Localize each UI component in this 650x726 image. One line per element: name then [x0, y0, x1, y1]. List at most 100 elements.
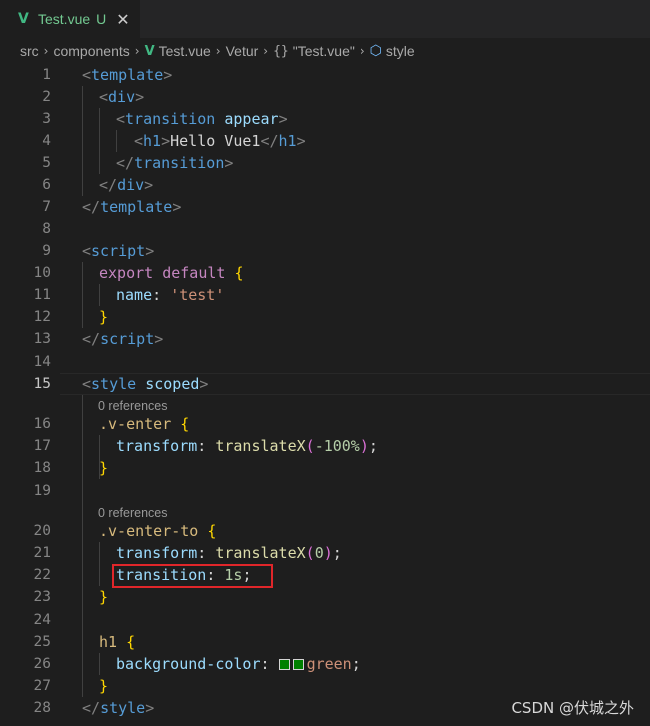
code-text[interactable]: }	[99, 675, 108, 697]
line-number: 20	[33, 523, 51, 539]
code-text[interactable]: </script>	[82, 328, 163, 350]
code-text[interactable]: h1 {	[99, 631, 135, 653]
untracked-status-badge: U	[96, 11, 107, 27]
code-line: 1 <template>	[0, 64, 650, 86]
code-line: 13 </script>	[0, 328, 650, 350]
code-line: 5 </transition>	[0, 152, 650, 174]
line-number: 10	[33, 265, 51, 281]
tab-bar: V Test.vue U ✕	[0, 0, 650, 38]
color-swatch-icon[interactable]	[292, 659, 304, 670]
breadcrumb-item-module[interactable]: "Test.vue"	[293, 43, 355, 59]
code-text[interactable]: <div>	[99, 86, 144, 108]
code-line: 11 name: 'test'	[0, 284, 650, 306]
code-text[interactable]: <h1>Hello Vue1</h1>	[134, 130, 306, 152]
color-swatch-icon[interactable]	[278, 659, 290, 670]
line-number: 25	[33, 634, 51, 650]
code-text[interactable]: </div>	[99, 174, 153, 196]
line-number: 8	[42, 221, 51, 237]
breadcrumb-item-src[interactable]: src	[20, 43, 39, 59]
code-text[interactable]: export default {	[99, 262, 244, 284]
code-editor[interactable]: 1 <template> 2 <div> 3 <transition appea…	[0, 64, 650, 726]
line-number: 22	[33, 567, 51, 583]
tab-label: Test.vue	[38, 11, 91, 27]
chevron-right-icon: ›	[263, 44, 269, 58]
line-number: 23	[33, 589, 51, 605]
code-line: 17 transform: translateX(-100%);	[0, 435, 650, 457]
code-text[interactable]: <transition appear>	[116, 108, 288, 130]
line-number: 1	[42, 67, 51, 83]
code-text[interactable]: .v-enter {	[99, 413, 189, 435]
code-line: 24	[0, 609, 650, 631]
line-number: 19	[33, 483, 51, 499]
code-line: 10 export default {	[0, 262, 650, 284]
code-text[interactable]: <style scoped>	[82, 373, 208, 395]
code-line: 26 background-color: green;	[0, 653, 650, 675]
code-text[interactable]: <script>	[82, 240, 154, 262]
code-line: 15 <style scoped>	[0, 373, 650, 395]
breadcrumb-item-file[interactable]: Test.vue	[159, 43, 211, 59]
line-number: 3	[42, 111, 51, 127]
code-text[interactable]: transform: translateX(-100%);	[116, 435, 378, 457]
watermark: CSDN @伏城之外	[511, 699, 634, 717]
line-number: 26	[33, 656, 51, 672]
line-number: 28	[33, 700, 51, 716]
code-text[interactable]: <template>	[82, 64, 172, 86]
close-icon[interactable]: ✕	[116, 10, 129, 29]
code-line: 19	[0, 480, 650, 502]
line-number: 4	[42, 133, 51, 149]
line-number: 17	[33, 438, 51, 454]
chevron-right-icon: ›	[215, 44, 221, 58]
line-number-active: 15	[33, 376, 51, 392]
code-line: 21 transform: translateX(0);	[0, 542, 650, 564]
code-text[interactable]: </style>	[82, 697, 154, 719]
code-line: 25 h1 {	[0, 631, 650, 653]
annotation-highlight-box	[112, 564, 273, 588]
code-text[interactable]: }	[99, 306, 108, 328]
cube-icon: ⬡	[369, 43, 382, 59]
code-line: 12 }	[0, 306, 650, 328]
code-text[interactable]: name: 'test'	[116, 284, 224, 306]
tab-test-vue[interactable]: V Test.vue U ✕	[0, 0, 140, 38]
code-line: 9 <script>	[0, 240, 650, 262]
breadcrumb: src › components › V Test.vue › Vetur › …	[0, 38, 650, 64]
code-text[interactable]: </template>	[82, 196, 181, 218]
code-text[interactable]: }	[99, 586, 108, 608]
line-number: 24	[33, 612, 51, 628]
line-number: 7	[42, 199, 51, 215]
braces-icon: {}	[273, 43, 289, 59]
code-text[interactable]: .v-enter-to {	[99, 520, 216, 542]
vue-icon: V	[144, 43, 155, 59]
line-number: 13	[33, 331, 51, 347]
code-line: 22 transition: 1s;	[0, 564, 650, 586]
line-number: 12	[33, 309, 51, 325]
code-line: 16 .v-enter {	[0, 413, 650, 435]
code-line: 7 </template>	[0, 196, 650, 218]
code-line: 6 </div>	[0, 174, 650, 196]
line-number: 5	[42, 155, 51, 171]
line-number: 18	[33, 460, 51, 476]
code-line: 23 }	[0, 586, 650, 608]
code-text[interactable]: }	[99, 457, 108, 479]
line-number: 16	[33, 416, 51, 432]
code-line: 2 <div>	[0, 86, 650, 108]
chevron-right-icon: ›	[359, 44, 365, 58]
code-line: 27 }	[0, 675, 650, 697]
vue-icon: V	[18, 11, 29, 27]
code-line: 3 <transition appear>	[0, 108, 650, 130]
line-number: 14	[33, 354, 51, 370]
code-text[interactable]: </transition>	[116, 152, 233, 174]
line-number: 21	[33, 545, 51, 561]
chevron-right-icon: ›	[134, 44, 140, 58]
code-line: 14	[0, 351, 650, 373]
code-text[interactable]: transform: translateX(0);	[116, 542, 342, 564]
code-line: 4 <h1>Hello Vue1</h1>	[0, 130, 650, 152]
breadcrumb-item-components[interactable]: components	[53, 43, 129, 59]
line-number: 2	[42, 89, 51, 105]
line-number: 9	[42, 243, 51, 259]
breadcrumb-item-vetur[interactable]: Vetur	[226, 43, 259, 59]
line-number: 11	[33, 287, 51, 303]
line-number: 27	[33, 678, 51, 694]
code-line: 20 .v-enter-to {	[0, 520, 650, 542]
code-text[interactable]: background-color: green;	[116, 653, 361, 675]
breadcrumb-item-style[interactable]: style	[386, 43, 415, 59]
